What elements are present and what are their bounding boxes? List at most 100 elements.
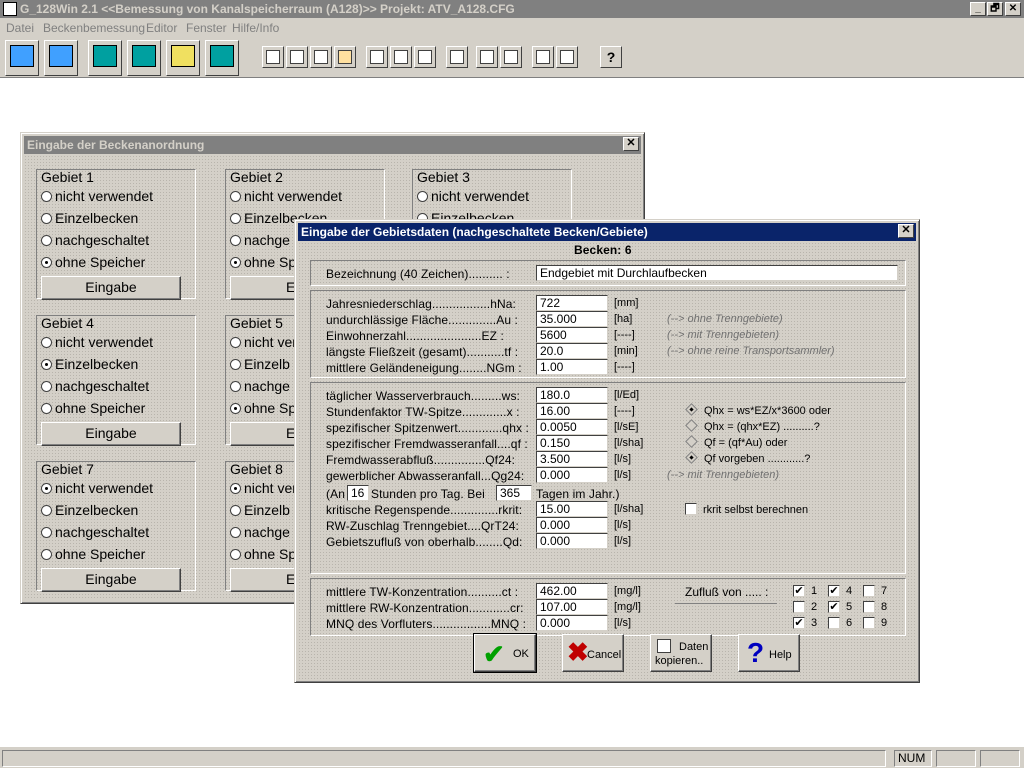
ez-input[interactable]: 5600 xyxy=(536,327,608,343)
g4-ohne-speicher-radio[interactable]: ohne Speicher xyxy=(41,400,145,416)
g2-nachgeschaltet-radio[interactable]: nachge xyxy=(230,232,290,248)
tage-input[interactable]: 365 xyxy=(496,485,532,501)
cancel-button[interactable]: ✖ Cancel xyxy=(562,634,624,672)
zufluss-7-checkbox[interactable] xyxy=(863,585,875,597)
g1-einzelbecken-radio[interactable]: Einzelbecken xyxy=(41,210,138,226)
network-icon xyxy=(210,45,234,67)
qg24-input[interactable]: 0.000 xyxy=(536,467,608,483)
ngm-input[interactable]: 1.00 xyxy=(536,359,608,375)
cr-input[interactable]: 107.00 xyxy=(536,599,608,615)
g4-nicht-verwendet-radio[interactable]: nicht verwendet xyxy=(41,334,153,350)
prj-save-button[interactable] xyxy=(44,40,78,76)
close-button[interactable]: ✕ xyxy=(1005,2,1021,16)
qrt24-input[interactable]: 0.000 xyxy=(536,517,608,533)
menu-datei[interactable]: Datei xyxy=(6,21,34,35)
zufluss-8-checkbox[interactable] xyxy=(863,601,875,613)
g1-nachgeschaltet-radio[interactable]: nachgeschaltet xyxy=(41,232,149,248)
tf-input[interactable]: 20.0 xyxy=(536,343,608,359)
g2-nicht-verwendet-radio[interactable]: nicht verwendet xyxy=(230,188,342,204)
beckenanordnung-close-button[interactable]: ✕ xyxy=(623,137,639,151)
app-icon[interactable] xyxy=(3,2,17,16)
g1-ohne-speicher-radio[interactable]: ohne Speicher xyxy=(41,254,145,270)
qf24-input[interactable]: 3.500 xyxy=(536,451,608,467)
gebiet-7-title: Gebiet 7 xyxy=(41,461,94,477)
g5-ohne-speicher-radio[interactable]: ohne Sp xyxy=(230,400,296,416)
menu-beckenbemessung[interactable]: Beckenbemessung xyxy=(43,21,145,35)
table-button[interactable] xyxy=(127,40,161,76)
zufluss-4-checkbox[interactable]: ✔ xyxy=(828,585,840,597)
mnq-input[interactable]: 0.000 xyxy=(536,615,608,631)
qd-input[interactable]: 0.000 xyxy=(536,533,608,549)
qhx-input[interactable]: 0.0050 xyxy=(536,419,608,435)
open-button[interactable] xyxy=(286,46,308,68)
minimize-button[interactable]: _ xyxy=(970,2,986,16)
g7-eingabe-button[interactable]: Eingabe xyxy=(41,568,181,592)
bezeichnung-input[interactable]: Endgebiet mit Durchlaufbecken xyxy=(536,265,898,281)
tree-button[interactable] xyxy=(166,40,200,76)
help-button[interactable]: ? xyxy=(600,46,622,68)
g8-einzelbecken-radio[interactable]: Einzelb xyxy=(230,502,290,518)
prj-open-button[interactable] xyxy=(5,40,39,76)
ok-button[interactable]: ✔ OK xyxy=(473,633,537,673)
g3-nicht-verwendet-radio[interactable]: nicht verwendet xyxy=(417,188,529,204)
ws-input[interactable]: 180.0 xyxy=(536,387,608,403)
undo-button[interactable] xyxy=(446,46,468,68)
calculator-button[interactable] xyxy=(88,40,122,76)
rkrit-selbst-checkbox[interactable] xyxy=(685,503,697,515)
g7-einzelbecken-radio[interactable]: Einzelbecken xyxy=(41,502,138,518)
rkrit-input[interactable]: 15.00 xyxy=(536,501,608,517)
g5-nachgeschaltet-radio[interactable]: nachge xyxy=(230,378,290,394)
au-input[interactable]: 35.000 xyxy=(536,311,608,327)
print-button[interactable] xyxy=(532,46,554,68)
network-button[interactable] xyxy=(205,40,239,76)
stunden-input[interactable]: 16 xyxy=(347,485,369,501)
menu-fenster[interactable]: Fenster xyxy=(186,21,227,35)
g7-nachgeschaltet-radio[interactable]: nachgeschaltet xyxy=(41,524,149,540)
g1-eingabe-button[interactable]: Eingabe xyxy=(41,276,181,300)
ct-input[interactable]: 462.00 xyxy=(536,583,608,599)
g8-nachgeschaltet-radio[interactable]: nachge xyxy=(230,524,290,540)
hna-input[interactable]: 722 xyxy=(536,295,608,311)
zufluss-2-checkbox[interactable] xyxy=(793,601,805,613)
x-input[interactable]: 16.00 xyxy=(536,403,608,419)
zufluss-9-checkbox[interactable] xyxy=(863,617,875,629)
find-button[interactable] xyxy=(476,46,498,68)
g8-ohne-speicher-radio[interactable]: ohne Sp xyxy=(230,546,296,562)
g5-nicht-verwendet-radio[interactable]: nicht ver xyxy=(230,334,297,350)
paste-button[interactable] xyxy=(414,46,436,68)
hna-label: Jahresniederschlag.................hNa: xyxy=(326,297,516,311)
g7-nicht-verwendet-radio[interactable]: nicht verwendet xyxy=(41,480,153,496)
preview-button[interactable] xyxy=(556,46,578,68)
radio-icon xyxy=(230,381,241,392)
g2-ohne-speicher-radio[interactable]: ohne Sp xyxy=(230,254,296,270)
g5-einzelbecken-radio[interactable]: Einzelb xyxy=(230,356,290,372)
g7-ohne-speicher-radio[interactable]: ohne Speicher xyxy=(41,546,145,562)
restore-button[interactable]: 🗗 xyxy=(987,2,1003,16)
copy-button[interactable] xyxy=(390,46,412,68)
g4-einzelbecken-radio[interactable]: Einzelbecken xyxy=(41,356,138,372)
gebietsdaten-close-button[interactable]: ✕ xyxy=(898,224,914,238)
zufluss-1-checkbox[interactable]: ✔ xyxy=(793,585,805,597)
font-button[interactable] xyxy=(334,46,356,68)
qf-input[interactable]: 0.150 xyxy=(536,435,608,451)
copy-data-icon xyxy=(657,639,671,653)
qhx-direct-option[interactable]: Qhx = (qhx*EZ) ..........? xyxy=(685,419,820,433)
qhx-formula-option[interactable]: Qhx = ws*EZ/x*3600 oder xyxy=(685,403,831,417)
zufluss-5-checkbox[interactable]: ✔ xyxy=(828,601,840,613)
save-button[interactable] xyxy=(310,46,332,68)
g8-nicht-verwendet-radio[interactable]: nicht ver xyxy=(230,480,297,496)
daten-kopieren-button[interactable]: Daten kopieren.. xyxy=(650,634,712,672)
qf-vorgeben-option[interactable]: Qf vorgeben ............? xyxy=(685,451,810,465)
g1-nicht-verwendet-radio[interactable]: nicht verwendet xyxy=(41,188,153,204)
menu-hilfe[interactable]: Hilfe/Info xyxy=(232,21,279,35)
g4-nachgeschaltet-radio[interactable]: nachgeschaltet xyxy=(41,378,149,394)
qf-formula-option[interactable]: Qf = (qf*Au) oder xyxy=(685,435,787,449)
zufluss-6-checkbox[interactable] xyxy=(828,617,840,629)
new-button[interactable] xyxy=(262,46,284,68)
g4-eingabe-button[interactable]: Eingabe xyxy=(41,422,181,446)
replace-button[interactable] xyxy=(500,46,522,68)
help-dialog-button[interactable]: ? Help xyxy=(738,634,800,672)
zufluss-3-checkbox[interactable]: ✔ xyxy=(793,617,805,629)
menu-editor[interactable]: Editor xyxy=(146,21,177,35)
cut-button[interactable] xyxy=(366,46,388,68)
